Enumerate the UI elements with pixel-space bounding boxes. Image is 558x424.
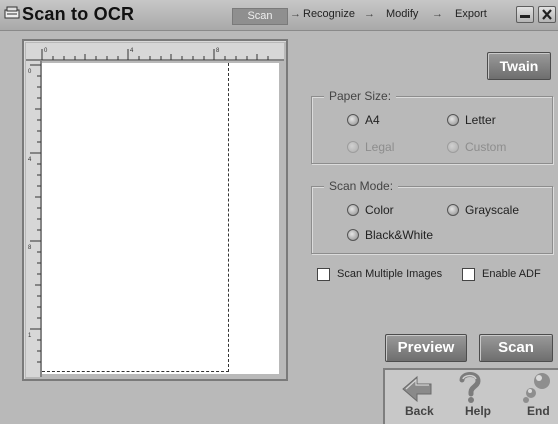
- radio-legal-label: Legal: [365, 140, 395, 154]
- step-recognize[interactable]: Recognize: [303, 8, 355, 20]
- close-icon: [542, 9, 552, 20]
- enable-adf-label: Enable ADF: [482, 268, 541, 280]
- ruler-top-label: 8: [216, 48, 220, 54]
- step-arrow-icon: →: [290, 8, 301, 20]
- radio-letter-label: Letter: [465, 113, 496, 127]
- ruler-top-label: 4: [130, 48, 134, 54]
- radio-grayscale-label: Grayscale: [465, 203, 520, 217]
- window-title: Scan to OCR: [22, 4, 135, 24]
- radio-letter[interactable]: [447, 114, 459, 126]
- twain-button[interactable]: Twain: [487, 52, 551, 80]
- radio-color-label: Color: [365, 203, 394, 217]
- step-arrow-icon: →: [432, 8, 443, 20]
- ruler-top: 0 4 8: [26, 43, 284, 61]
- step-modify[interactable]: Modify: [386, 8, 418, 20]
- step-scan[interactable]: Scan: [232, 8, 288, 25]
- ruler-left-label: 4: [28, 157, 32, 163]
- ruler-left-label: 1: [28, 333, 32, 339]
- radio-legal[interactable]: [347, 141, 359, 153]
- scan-mode-title: Scan Mode:: [324, 179, 399, 193]
- scan-button[interactable]: Scan: [479, 334, 553, 362]
- radio-black-white-label: Black&White: [365, 228, 434, 242]
- paper-size-title: Paper Size:: [324, 89, 397, 103]
- step-arrow-icon: →: [364, 8, 375, 20]
- ruler-top-label: 0: [44, 48, 48, 54]
- radio-custom[interactable]: [447, 141, 459, 153]
- end-label[interactable]: End: [527, 404, 550, 418]
- scan-multiple-label: Scan Multiple Images: [337, 268, 443, 280]
- ruler-left-label: 8: [28, 245, 32, 251]
- help-label[interactable]: Help: [465, 404, 491, 418]
- radio-black-white[interactable]: [347, 229, 359, 241]
- close-button[interactable]: [538, 6, 556, 23]
- radio-color[interactable]: [347, 204, 359, 216]
- scan-mode-group: [311, 186, 553, 254]
- radio-grayscale[interactable]: [447, 204, 459, 216]
- radio-a4[interactable]: [347, 114, 359, 126]
- minimize-icon: [520, 15, 530, 18]
- radio-custom-label: Custom: [465, 140, 507, 154]
- enable-adf-checkbox[interactable]: [462, 268, 475, 281]
- ruler-left-label: 0: [28, 69, 32, 75]
- scan-area-selection[interactable]: [42, 63, 229, 372]
- preview-button[interactable]: Preview: [385, 334, 467, 362]
- paper-size-group: [311, 96, 553, 164]
- back-label[interactable]: Back: [405, 404, 434, 418]
- scan-multiple-checkbox[interactable]: [317, 268, 330, 281]
- radio-a4-label: A4: [365, 113, 380, 127]
- step-export[interactable]: Export: [455, 8, 487, 20]
- ruler-left: 0 4 8 1: [26, 61, 42, 377]
- scanner-icon: [4, 5, 20, 21]
- minimize-button[interactable]: [516, 6, 534, 23]
